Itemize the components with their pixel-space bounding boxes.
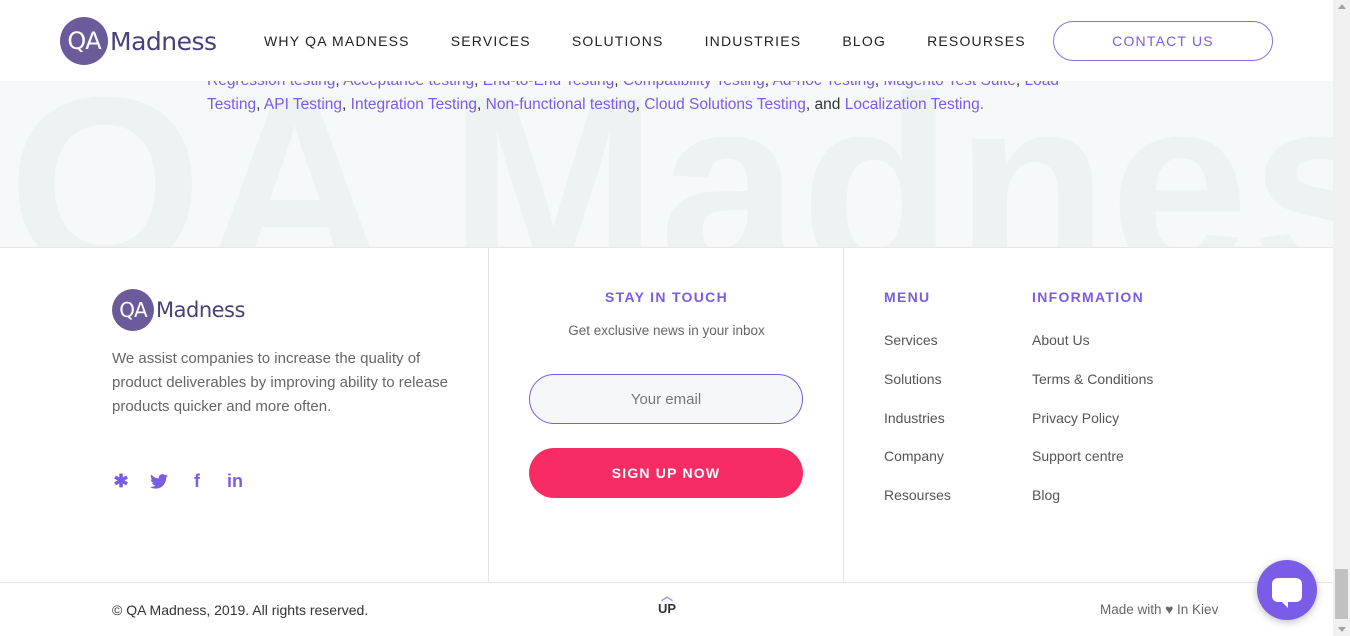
site-footer: QA Madness We assist companies to increa… <box>0 247 1333 583</box>
link-load-testing-part1[interactable]: Load <box>1024 81 1058 89</box>
link-ad-hoc-testing[interactable]: Ad-hoc Testing <box>773 81 875 89</box>
menu-heading: MENU <box>884 289 931 305</box>
site-header: QA Madness WHY QA MADNESS SERVICES SOLUT… <box>0 0 1333 81</box>
up-label: UP <box>657 601 677 616</box>
nav-resourses[interactable]: RESOURSES <box>927 33 1026 49</box>
chat-icon <box>1272 578 1302 608</box>
scroll-down-arrow-icon[interactable] <box>1338 627 1346 632</box>
menu-item-company[interactable]: Company <box>884 448 951 487</box>
copyright-text: © QA Madness, 2019. All rights reserved. <box>112 602 369 618</box>
twitter-icon[interactable] <box>150 471 168 491</box>
information-heading: INFORMATION <box>1032 289 1145 305</box>
link-api-testing[interactable]: API Testing <box>264 96 342 113</box>
link-end-to-end-testing[interactable]: End-to-End Testing <box>483 81 615 89</box>
link-cloud-solutions-testing[interactable]: Cloud Solutions Testing <box>644 96 806 113</box>
info-item-support[interactable]: Support centre <box>1032 448 1153 487</box>
company-description: We assist companies to increase the qual… <box>112 350 449 415</box>
footer-logo-mark: QA <box>112 289 154 331</box>
nav-blog[interactable]: BLOG <box>842 33 886 49</box>
social-links: ✱ f in <box>112 471 264 491</box>
facebook-icon[interactable]: f <box>188 471 206 491</box>
page-scrollbar[interactable] <box>1333 0 1350 636</box>
testing-links-line-2: Testing, API Testing, Integration Testin… <box>207 96 985 113</box>
nav-solutions[interactable]: SOLUTIONS <box>572 33 664 49</box>
link-regression-testing[interactable]: Regression testing <box>207 81 335 89</box>
info-item-terms[interactable]: Terms & Conditions <box>1032 371 1153 410</box>
slack-icon[interactable]: ✱ <box>112 471 130 491</box>
menu-item-services[interactable]: Services <box>884 332 951 371</box>
scrollbar-thumb[interactable] <box>1335 569 1348 619</box>
chat-widget-button[interactable] <box>1257 560 1317 620</box>
linkedin-icon[interactable]: in <box>226 471 244 491</box>
scroll-up-arrow-icon[interactable] <box>1338 4 1346 9</box>
info-item-blog[interactable]: Blog <box>1032 487 1153 526</box>
nav-industries[interactable]: INDUSTRIES <box>705 33 802 49</box>
header-logo[interactable]: QA Madness <box>60 17 217 65</box>
menu-item-industries[interactable]: Industries <box>884 410 951 449</box>
link-localization-testing[interactable]: Localization Testing <box>845 96 980 113</box>
email-input[interactable] <box>529 374 803 424</box>
link-load-testing-part2[interactable]: Testing <box>207 96 256 113</box>
nav-why-qa-madness[interactable]: WHY QA MADNESS <box>264 33 410 49</box>
main-nav: WHY QA MADNESS SERVICES SOLUTIONS INDUST… <box>264 33 1067 49</box>
testing-links-line-1: Regression testing, Acceptance testing, … <box>207 81 1059 90</box>
menu-item-resourses[interactable]: Resourses <box>884 487 951 526</box>
info-item-about-us[interactable]: About Us <box>1032 332 1153 371</box>
logo-word: Madness <box>110 26 217 56</box>
stay-in-touch-title: STAY IN TOUCH <box>605 289 728 305</box>
sentence-end: . <box>979 96 985 113</box>
info-item-privacy[interactable]: Privacy Policy <box>1032 410 1153 449</box>
link-integration-testing[interactable]: Integration Testing <box>351 96 477 113</box>
link-non-functional-testing[interactable]: Non-functional testing <box>486 96 636 113</box>
footer-logo[interactable]: QA Madness <box>112 289 245 331</box>
link-compatibility-testing[interactable]: Compatibility Testing <box>623 81 765 89</box>
sign-up-button[interactable]: SIGN UP NOW <box>529 448 803 498</box>
footer-logo-word: Madness <box>156 298 245 322</box>
made-with-text: Made with ♥ In Kiev <box>1100 602 1219 617</box>
testing-types-band: QA Madness Regression testing, Acceptanc… <box>0 81 1333 247</box>
scroll-up-button[interactable]: ︿ UP <box>652 589 682 616</box>
link-acceptance-testing[interactable]: Acceptance testing <box>343 81 474 89</box>
and-text: and <box>814 96 841 113</box>
logo-mark: QA <box>60 17 108 65</box>
nav-services[interactable]: SERVICES <box>451 33 531 49</box>
chevron-up-icon: ︿ <box>660 589 673 603</box>
menu-item-solutions[interactable]: Solutions <box>884 371 951 410</box>
bottom-bar: © QA Madness, 2019. All rights reserved.… <box>0 582 1333 636</box>
information-list: About Us Terms & Conditions Privacy Poli… <box>1032 332 1153 526</box>
menu-list: Services Solutions Industries Company Re… <box>884 332 951 526</box>
link-magento-test-suite[interactable]: Magento Test Suite <box>883 81 1015 89</box>
stay-in-touch-subtitle: Get exclusive news in your inbox <box>568 323 765 338</box>
contact-us-button[interactable]: CONTACT US <box>1053 21 1273 61</box>
